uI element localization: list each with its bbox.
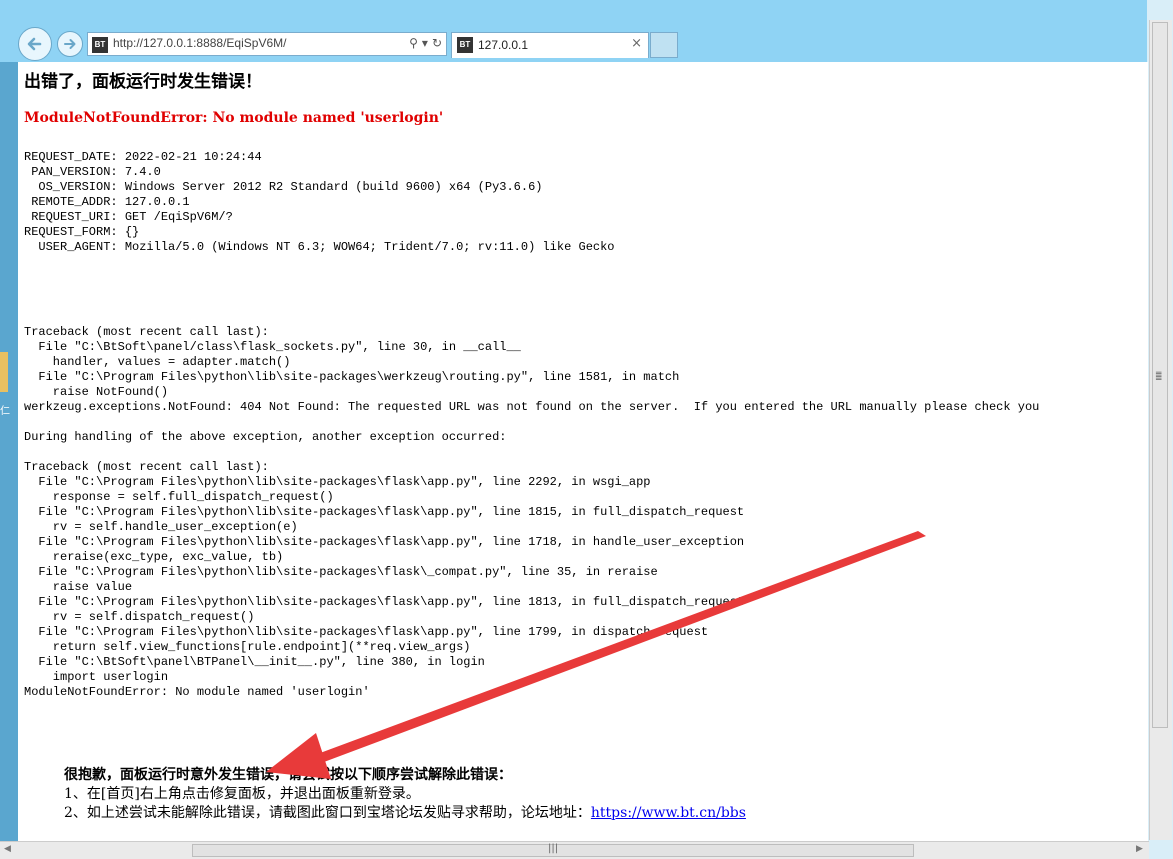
scroll-grip-icon: ||| xyxy=(548,843,559,854)
help-title: 很抱歉，面板运行时意外发生错误，请尝试按以下顺序尝试解除此错误： xyxy=(64,767,512,783)
scroll-grip-icon: ═ ═ ═ xyxy=(1156,369,1162,385)
address-bar[interactable]: BT http://127.0.0.1:8888/EqiSpV6M/ ⚲ ▾ ↻ xyxy=(87,32,447,56)
vertical-scroll-thumb[interactable]: ═ ═ ═ xyxy=(1152,22,1168,728)
site-favicon-icon: BT xyxy=(92,37,108,53)
help-section: 很抱歉，面板运行时意外发生错误，请尝试按以下顺序尝试解除此错误： 1、在[首页]… xyxy=(64,766,746,823)
desktop-icon-label: 仁 xyxy=(0,406,10,417)
page-heading: 出错了，面板运行时发生错误！ xyxy=(24,72,262,92)
forward-button[interactable] xyxy=(57,31,83,57)
tab-close-icon[interactable]: × xyxy=(631,36,642,51)
new-tab-button[interactable] xyxy=(650,32,678,58)
folder-icon[interactable] xyxy=(0,352,8,392)
scroll-right-icon[interactable]: ▶ xyxy=(1136,844,1143,854)
forum-link[interactable]: https://www.bt.cn/bbs xyxy=(591,805,746,821)
desktop-background: 仁 xyxy=(0,62,18,859)
tab-title: 127.0.0.1 xyxy=(478,38,529,52)
browser-tab[interactable]: BT 127.0.0.1 × xyxy=(451,32,649,58)
scroll-left-icon[interactable]: ◀ xyxy=(4,844,11,854)
horizontal-scroll-thumb[interactable]: ||| xyxy=(192,843,914,857)
error-title: ModuleNotFoundError: No module named 'us… xyxy=(24,110,444,126)
back-button[interactable] xyxy=(18,27,52,61)
dropdown-chevron-icon[interactable]: ▾ xyxy=(422,36,428,50)
traceback: Traceback (most recent call last): File … xyxy=(24,325,1040,699)
forward-arrow-icon xyxy=(64,39,76,49)
search-icon[interactable]: ⚲ xyxy=(409,36,418,50)
help-step-2-text: 2、如上述尝试未能解除此错误，请截图此窗口到宝塔论坛发贴寻求帮助，论坛地址： xyxy=(64,805,591,821)
back-arrow-icon xyxy=(27,37,42,51)
help-step-1: 1、在[首页]右上角点击修复面板，并退出面板重新登录。 xyxy=(64,786,420,802)
help-step-2: 2、如上述尝试未能解除此错误，请截图此窗口到宝塔论坛发贴寻求帮助，论坛地址：ht… xyxy=(64,804,746,823)
tab-favicon-icon: BT xyxy=(457,37,473,53)
horizontal-scrollbar[interactable]: ◀ ||| ▶ xyxy=(0,841,1149,859)
page-content: 出错了，面板运行时发生错误！ ModuleNotFoundError: No m… xyxy=(18,62,1148,842)
request-info: REQUEST_DATE: 2022-02-21 10:24:44 PAN_VE… xyxy=(24,150,615,254)
vertical-scrollbar[interactable]: ═ ═ ═ xyxy=(1149,20,1172,840)
address-bar-icons: ⚲ ▾ ↻ xyxy=(409,36,442,50)
url-text[interactable]: http://127.0.0.1:8888/EqiSpV6M/ xyxy=(113,36,286,50)
refresh-icon[interactable]: ↻ xyxy=(432,36,442,50)
browser-toolbar: BT http://127.0.0.1:8888/EqiSpV6M/ ⚲ ▾ ↻… xyxy=(0,0,1173,62)
